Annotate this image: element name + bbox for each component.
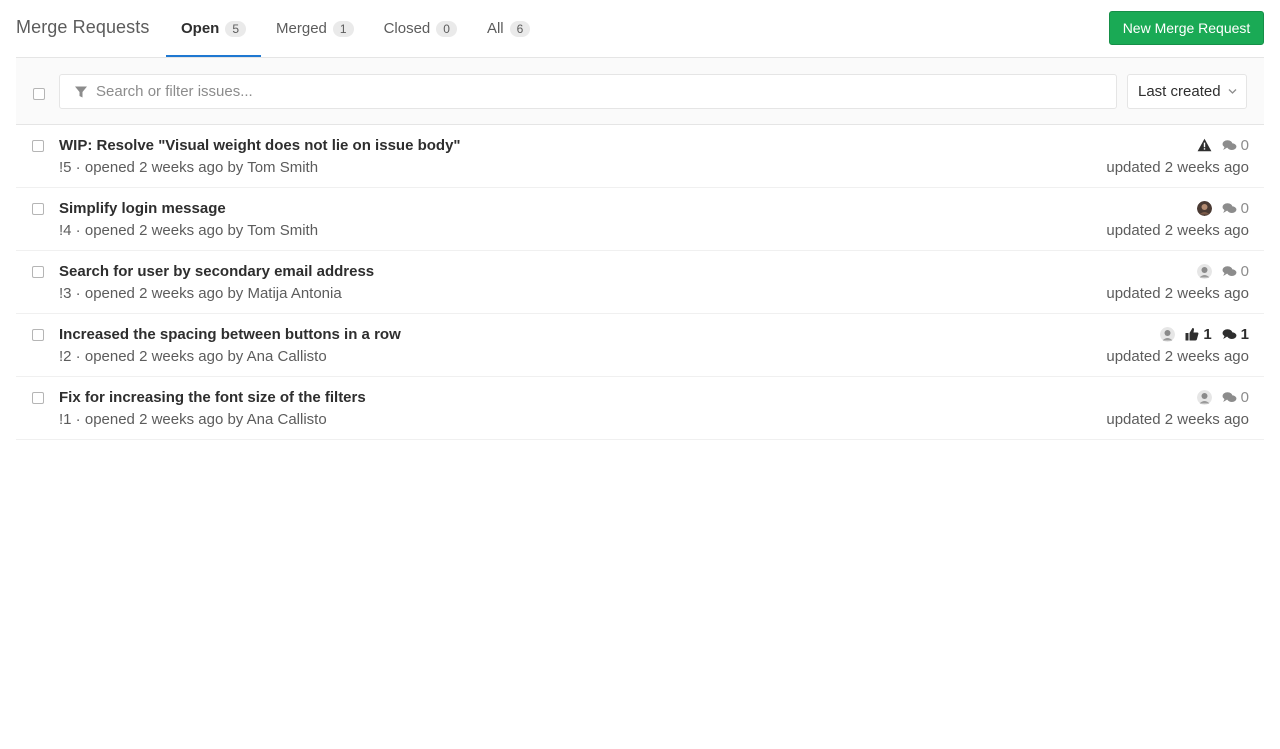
sort-dropdown[interactable]: Last created xyxy=(1127,74,1247,109)
row-indicators: 0 xyxy=(1196,388,1249,406)
comments-icon xyxy=(1222,202,1237,213)
assignee-avatar[interactable] xyxy=(1160,326,1176,342)
updated-text: updated 2 weeks ago xyxy=(1106,222,1249,239)
merge-request-list: WIP: Resolve "Visual weight does not lie… xyxy=(16,125,1264,440)
select-all-checkbox[interactable] xyxy=(33,88,45,100)
row-indicators: 0 xyxy=(1196,262,1249,280)
row-checkbox[interactable] xyxy=(32,266,44,278)
row-indicators: 1 1 xyxy=(1160,325,1249,343)
row-indicators: 0 xyxy=(1197,136,1249,154)
assignee-avatar[interactable] xyxy=(1196,200,1212,216)
filter-bar: Last created xyxy=(16,57,1264,125)
list-item: Increased the spacing between buttons in… xyxy=(16,314,1264,377)
chevron-down-icon xyxy=(1228,89,1237,94)
assignee-avatar[interactable] xyxy=(1196,263,1212,279)
row-checkbox[interactable] xyxy=(32,140,44,152)
assignee-avatar[interactable] xyxy=(1196,389,1212,405)
comments-value: 1 xyxy=(1240,325,1249,343)
author-link[interactable]: Ana Callisto xyxy=(247,411,327,428)
comments-count[interactable]: 0 xyxy=(1222,137,1249,154)
search-input[interactable] xyxy=(96,75,1106,108)
tab-count-badge: 5 xyxy=(225,20,247,37)
state-tabs: Open 5 Merged 1 Closed 0 All 6 xyxy=(166,0,545,57)
merge-request-ref: !4 xyxy=(59,222,72,239)
merge-request-ref: !1 xyxy=(59,411,72,428)
comments-count[interactable]: 0 xyxy=(1222,389,1249,406)
merge-request-title[interactable]: Simplify login message xyxy=(59,200,226,217)
list-item: WIP: Resolve "Visual weight does not lie… xyxy=(16,125,1264,188)
sort-label: Last created xyxy=(1138,83,1221,100)
comments-value: 0 xyxy=(1240,388,1249,406)
merge-request-meta: !4 · opened 2 weeks ago by Tom Smith xyxy=(59,222,318,239)
opened-text: · opened 2 weeks ago by xyxy=(71,411,247,428)
comments-count[interactable]: 1 xyxy=(1222,326,1249,343)
tab-closed[interactable]: Closed 0 xyxy=(369,0,472,57)
updated-text: updated 2 weeks ago xyxy=(1106,411,1249,428)
comments-value: 0 xyxy=(1240,136,1249,154)
page-title: Merge Requests xyxy=(16,17,150,37)
author-link[interactable]: Matija Antonia xyxy=(247,285,341,302)
tab-label: Open xyxy=(181,20,220,37)
comments-value: 0 xyxy=(1240,262,1249,280)
author-link[interactable]: Tom Smith xyxy=(247,222,318,239)
opened-text: · opened 2 weeks ago by xyxy=(71,222,248,239)
warning-icon xyxy=(1197,138,1212,152)
updated-text: updated 2 weeks ago xyxy=(1106,159,1249,176)
opened-text: · opened 2 weeks ago by xyxy=(71,285,248,302)
list-item: Fix for increasing the font size of the … xyxy=(16,377,1264,440)
row-checkbox[interactable] xyxy=(32,203,44,215)
row-checkbox[interactable] xyxy=(32,329,44,341)
merge-request-meta: !1 · opened 2 weeks ago by Ana Callisto xyxy=(59,411,327,428)
comments-count[interactable]: 0 xyxy=(1222,263,1249,280)
tab-merged[interactable]: Merged 1 xyxy=(261,0,369,57)
merge-request-ref: !2 xyxy=(59,348,72,365)
row-indicators: 0 xyxy=(1196,199,1249,217)
tab-label: All xyxy=(486,20,504,37)
updated-text: updated 2 weeks ago xyxy=(1106,348,1249,365)
merge-request-meta: !2 · opened 2 weeks ago by Ana Callisto xyxy=(59,348,327,365)
search-box xyxy=(59,74,1117,109)
filter-icon xyxy=(75,86,87,98)
comments-icon xyxy=(1222,265,1237,276)
row-checkbox[interactable] xyxy=(32,392,44,404)
updated-text: updated 2 weeks ago xyxy=(1106,285,1249,302)
comments-icon xyxy=(1222,139,1237,150)
merge-request-title[interactable]: Fix for increasing the font size of the … xyxy=(59,389,366,406)
comments-count[interactable]: 0 xyxy=(1222,200,1249,217)
tab-count-badge: 0 xyxy=(436,20,457,37)
comments-icon xyxy=(1222,391,1237,402)
comments-value: 0 xyxy=(1240,199,1249,217)
merge-request-ref: !3 xyxy=(59,285,72,302)
merge-request-title[interactable]: Search for user by secondary email addre… xyxy=(59,263,374,280)
author-link[interactable]: Ana Callisto xyxy=(247,348,327,365)
tab-label: Closed xyxy=(383,20,431,37)
tab-count-badge: 6 xyxy=(509,20,531,37)
merge-request-title[interactable]: Increased the spacing between buttons in… xyxy=(59,326,401,343)
tab-label: Merged xyxy=(276,20,327,37)
merge-request-meta: !5 · opened 2 weeks ago by Tom Smith xyxy=(59,159,318,176)
tab-count-badge: 1 xyxy=(332,20,354,37)
new-merge-request-button[interactable]: New Merge Request xyxy=(1109,11,1264,45)
opened-text: · opened 2 weeks ago by xyxy=(71,159,248,176)
merge-request-ref: !5 xyxy=(59,159,72,176)
comments-icon xyxy=(1222,328,1237,339)
upvotes-value: 1 xyxy=(1203,325,1212,343)
page-header: Merge Requests Open 5 Merged 1 Closed 0 … xyxy=(0,0,1280,58)
tab-all[interactable]: All 6 xyxy=(472,0,545,57)
list-item: Simplify login message !4 · opened 2 wee… xyxy=(16,188,1264,251)
upvotes-count[interactable]: 1 xyxy=(1185,325,1212,343)
thumbs-up-icon xyxy=(1185,327,1199,341)
merge-request-title[interactable]: WIP: Resolve "Visual weight does not lie… xyxy=(59,137,461,154)
list-item: Search for user by secondary email addre… xyxy=(16,251,1264,314)
tab-open[interactable]: Open 5 xyxy=(166,0,262,57)
merge-request-meta: !3 · opened 2 weeks ago by Matija Antoni… xyxy=(59,285,342,302)
author-link[interactable]: Tom Smith xyxy=(247,159,318,176)
opened-text: · opened 2 weeks ago by xyxy=(71,348,247,365)
